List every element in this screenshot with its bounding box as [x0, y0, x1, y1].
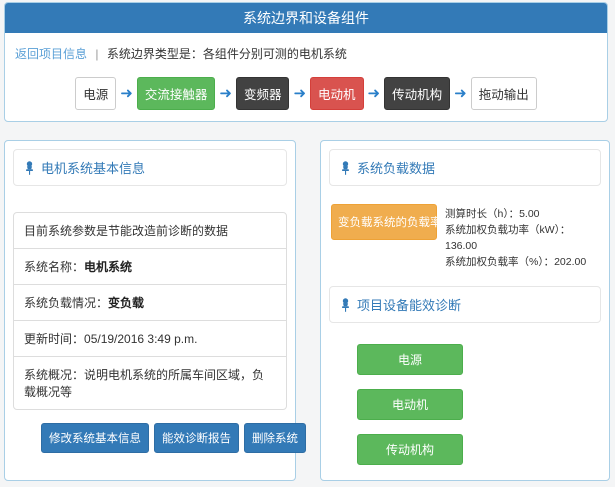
efficiency-report-button[interactable]: 能效诊断报告	[154, 423, 239, 453]
device-motor-button[interactable]: 电动机	[357, 389, 463, 420]
edit-system-info-button[interactable]: 修改系统基本信息	[41, 423, 149, 453]
motor-info-header-label: 电机系统基本信息	[41, 158, 145, 177]
system-info-list: 目前系统参数是节能改造前诊断的数据 系统名称：电机系统 系统负载情况：变负载 更…	[13, 212, 287, 410]
page-title: 系统边界和设备组件	[5, 3, 607, 33]
load-data-header: 系统负载数据	[329, 149, 601, 186]
list-item-note: 目前系统参数是节能改造前诊断的数据	[13, 212, 287, 249]
load-rate-section: 变负载系统的负载率 测算时长（h）：5.00 系统加权负载功率（kW）：136.…	[321, 204, 609, 270]
system-actions: 修改系统基本信息 能效诊断报告 删除系统	[41, 423, 295, 453]
flow-step-transmission[interactable]: 传动机构	[384, 77, 450, 110]
motor-system-info-panel: 电机系统基本信息 目前系统参数是节能改造前诊断的数据 系统名称：电机系统 系统负…	[4, 140, 296, 481]
pushpin-icon	[24, 161, 35, 175]
list-item-system-name: 系统名称：电机系统	[13, 248, 287, 285]
breadcrumb-separator: |	[95, 47, 98, 61]
arrow-right-icon: ➜	[219, 86, 232, 101]
device-diagnosis-header: 项目设备能效诊断	[329, 286, 601, 323]
pushpin-icon	[340, 298, 351, 312]
list-item-system-overview: 系统概况：说明电机系统的所属车间区域，负载概况等	[13, 356, 287, 410]
arrow-right-icon: ➜	[120, 86, 133, 101]
system-load-panel: 系统负载数据 变负载系统的负载率 测算时长（h）：5.00 系统加权负载功率（k…	[320, 140, 610, 481]
breadcrumb: 返回项目信息 | 系统边界类型是：各组件分别可测的电机系统	[5, 33, 607, 62]
flow-step-ac-contactor[interactable]: 交流接触器	[137, 77, 216, 110]
boundary-type-text: 系统边界类型是：各组件分别可测的电机系统	[107, 47, 347, 61]
device-transmission-button[interactable]: 传动机构	[357, 434, 463, 465]
motor-info-header: 电机系统基本信息	[13, 149, 287, 186]
system-boundary-panel: 系统边界和设备组件 返回项目信息 | 系统边界类型是：各组件分别可测的电机系统 …	[4, 2, 608, 122]
device-diagnosis-header-label: 项目设备能效诊断	[357, 295, 461, 314]
flow-step-frequency-converter[interactable]: 变频器	[236, 77, 290, 110]
load-stats: 测算时长（h）：5.00 系统加权负载功率（kW）：136.00 系统加权负载率…	[445, 204, 599, 270]
arrow-right-icon: ➜	[293, 86, 306, 101]
device-diagnosis-buttons: 电源 电动机 传动机构	[321, 331, 587, 465]
flow-step-motor[interactable]: 电动机	[310, 77, 364, 110]
flow-step-drive-output[interactable]: 拖动输出	[471, 77, 537, 110]
stat-weighted-load-rate: 系统加权负载率（%）：202.00	[445, 254, 599, 270]
pushpin-icon	[340, 161, 351, 175]
delete-system-button[interactable]: 删除系统	[244, 423, 306, 453]
list-item-update-time: 更新时间：05/19/2016 3:49 p.m.	[13, 320, 287, 357]
list-item-load-condition: 系统负载情况：变负载	[13, 284, 287, 321]
load-data-header-label: 系统负载数据	[357, 158, 435, 177]
variable-load-rate-button[interactable]: 变负载系统的负载率	[331, 204, 437, 240]
back-to-project-link[interactable]: 返回项目信息	[15, 47, 87, 61]
stat-weighted-load-power: 系统加权负载功率（kW）：136.00	[445, 222, 599, 254]
component-flow-diagram: 电源 ➜ 交流接触器 ➜ 变频器 ➜ 电动机 ➜ 传动机构 ➜ 拖动输出	[5, 77, 607, 110]
system-boundary-body: 返回项目信息 | 系统边界类型是：各组件分别可测的电机系统 电源 ➜ 交流接触器…	[5, 33, 607, 110]
flow-step-power[interactable]: 电源	[75, 77, 116, 110]
device-power-button[interactable]: 电源	[357, 344, 463, 375]
arrow-right-icon: ➜	[454, 86, 467, 101]
arrow-right-icon: ➜	[368, 86, 381, 101]
stat-measure-duration: 测算时长（h）：5.00	[445, 206, 599, 222]
